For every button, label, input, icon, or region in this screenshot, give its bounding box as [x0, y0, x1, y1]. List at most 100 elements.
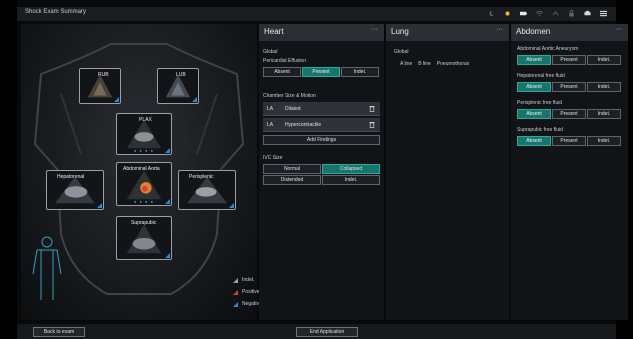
group-label: Suprapubic free fluid [517, 127, 563, 133]
perisplenic-fluid-section: Perisplenic free fluid Absent Present In… [517, 100, 622, 119]
option-present-button[interactable]: Present [552, 109, 586, 119]
lung-findings-list: A line B line Pneumothorax [394, 61, 469, 67]
perisplenic-fluid-toggle: Absent Present Indet. [517, 109, 622, 119]
group-label: Perisplenic free fluid [517, 100, 563, 106]
option-indet-button[interactable]: Indet. [587, 55, 621, 65]
status-negative-marker [114, 97, 119, 102]
anatomy-diagram-panel: RUB LUB PLAX ● ● ● ● Abdominal Aorta ● ●… [21, 24, 262, 320]
us-view-rub[interactable]: RUB [79, 68, 121, 104]
option-present-button[interactable]: Present [552, 82, 586, 92]
heart-header: Heart ··· [259, 24, 384, 41]
more-options-icon[interactable]: ··· [496, 26, 503, 33]
group-label: Abdominal Aortic Aneurysm [517, 46, 579, 52]
option-absent-button[interactable]: Absent [517, 55, 551, 65]
lung-panel: Lung ··· Global A line B line Pneumothor… [386, 24, 509, 320]
lung-header: Lung ··· [386, 24, 509, 41]
option-absent-button[interactable]: Absent [263, 67, 301, 77]
chamber-size-label: Chamber Size & Motion [263, 93, 316, 99]
ivc-size-label: IVC Size [263, 155, 283, 161]
lock-icon [567, 10, 576, 17]
trash-icon[interactable] [369, 121, 375, 128]
moon-icon[interactable] [487, 10, 496, 17]
status-negative-marker [229, 203, 234, 208]
status-negative-marker [192, 97, 197, 102]
option-absent-button[interactable]: Absent [517, 109, 551, 119]
more-options-icon[interactable]: ··· [371, 26, 378, 33]
us-view-label: PLAX [139, 117, 152, 123]
legend-label: Positive [242, 289, 260, 295]
add-findings-button[interactable]: Add Findings [263, 135, 380, 145]
status-negative-marker [165, 148, 170, 153]
indet-marker-icon [233, 277, 238, 283]
abdomen-header: Abdomen ··· [511, 24, 628, 41]
wifi-icon [535, 10, 544, 17]
more-options-icon[interactable]: ··· [615, 26, 622, 33]
us-view-label: Suprapubic [131, 220, 157, 226]
us-view-label: RUB [98, 72, 109, 78]
status-negative-marker [97, 203, 102, 208]
us-view-abdominal-aorta[interactable]: Abdominal Aorta ● ● ● ● [116, 162, 172, 206]
option-collapsed-button[interactable]: Collapsed [322, 164, 380, 174]
option-absent-button[interactable]: Absent [517, 136, 551, 146]
us-view-suprapubic[interactable]: Suprapubic [116, 216, 172, 260]
printer-icon[interactable] [583, 10, 592, 17]
us-view-plax[interactable]: PLAX ● ● ● ● [116, 113, 172, 155]
aortic-aneurysm-toggle: Absent Present Indet. [517, 55, 622, 65]
us-view-lub[interactable]: LUB [157, 68, 199, 104]
menu-icon[interactable] [599, 10, 608, 17]
us-view-label: Perisplenic [189, 174, 214, 180]
heart-panel: Heart ··· Global Pericardial Effusion Ab… [259, 24, 384, 320]
legend-item-negative: Negative [233, 298, 262, 310]
abdomen-panel: Abdomen ··· Abdominal Aortic Aneurysm Ab… [511, 24, 628, 320]
option-indet-button[interactable]: Indet. [587, 136, 621, 146]
finding-site: LA [267, 106, 274, 112]
abdomen-title: Abdomen [516, 27, 551, 36]
option-indet-button[interactable]: Indet. [587, 109, 621, 119]
group-label: Hepatorenal free fluid [517, 73, 565, 79]
sun-icon[interactable] [503, 10, 512, 17]
finding-row[interactable]: LA Dilated [263, 102, 380, 116]
option-absent-button[interactable]: Absent [517, 82, 551, 92]
lung-global-section: Global A line B line Pneumothorax [394, 49, 469, 67]
us-view-perisplenic[interactable]: Perisplenic [178, 170, 236, 210]
lung-finding-item[interactable]: B line [418, 61, 431, 67]
body-figure-icon [32, 236, 62, 300]
pericardial-effusion-toggle: Absent Present Indet. [263, 67, 380, 77]
hepatorenal-fluid-toggle: Absent Present Indet. [517, 82, 622, 92]
option-present-button[interactable]: Present [302, 67, 340, 77]
lung-finding-item[interactable]: A line [400, 61, 412, 67]
section-label: Global [394, 49, 409, 55]
option-normal-button[interactable]: Normal [263, 164, 321, 174]
back-to-exam-button[interactable]: Back to exam [33, 327, 85, 337]
legend-item-indet: Indet. [233, 274, 262, 286]
status-negative-marker [165, 253, 170, 258]
positive-marker-icon [233, 289, 238, 295]
option-present-button[interactable]: Present [552, 136, 586, 146]
option-distended-button[interactable]: Distended [263, 175, 321, 185]
app-title: Shock Exam Summary [25, 9, 87, 15]
suprapubic-fluid-section: Suprapubic free fluid Absent Present Ind… [517, 127, 622, 146]
option-indet-button[interactable]: Indet. [587, 82, 621, 92]
status-legend: Indet. Positive Negative [233, 274, 262, 310]
finding-value: Hypercontractile [285, 122, 322, 128]
page-dots: ● ● ● ● [134, 148, 154, 153]
negative-marker-icon [233, 301, 238, 307]
network-icon [551, 10, 560, 17]
heart-global-section: Global Pericardial Effusion Absent Prese… [263, 49, 380, 77]
us-view-label: Abdominal Aorta [123, 166, 160, 172]
ivc-size-section: IVC Size Normal Collapsed Distended Inde… [263, 155, 380, 185]
page-dots: ● ● ● ● [134, 199, 154, 204]
finding-row[interactable]: LA Hypercontractile [263, 118, 380, 132]
trash-icon[interactable] [369, 105, 375, 112]
lung-finding-item[interactable]: Pneumothorax [437, 61, 470, 67]
option-indet-button[interactable]: Indet. [341, 67, 379, 77]
ultrasound-screen: Shock Exam Summary RUB LUB PLAX ● ● ● ● … [17, 0, 628, 339]
end-application-button[interactable]: End Application [296, 327, 358, 337]
section-label: Global [263, 49, 278, 55]
lung-title: Lung [391, 27, 409, 36]
pericardial-effusion-label: Pericardial Effusion [263, 58, 306, 64]
legend-item-positive: Positive [233, 286, 262, 298]
option-indet-button[interactable]: Indet. [322, 175, 380, 185]
us-view-hepatorenal[interactable]: Hepatorenal [46, 170, 104, 210]
option-present-button[interactable]: Present [552, 55, 586, 65]
